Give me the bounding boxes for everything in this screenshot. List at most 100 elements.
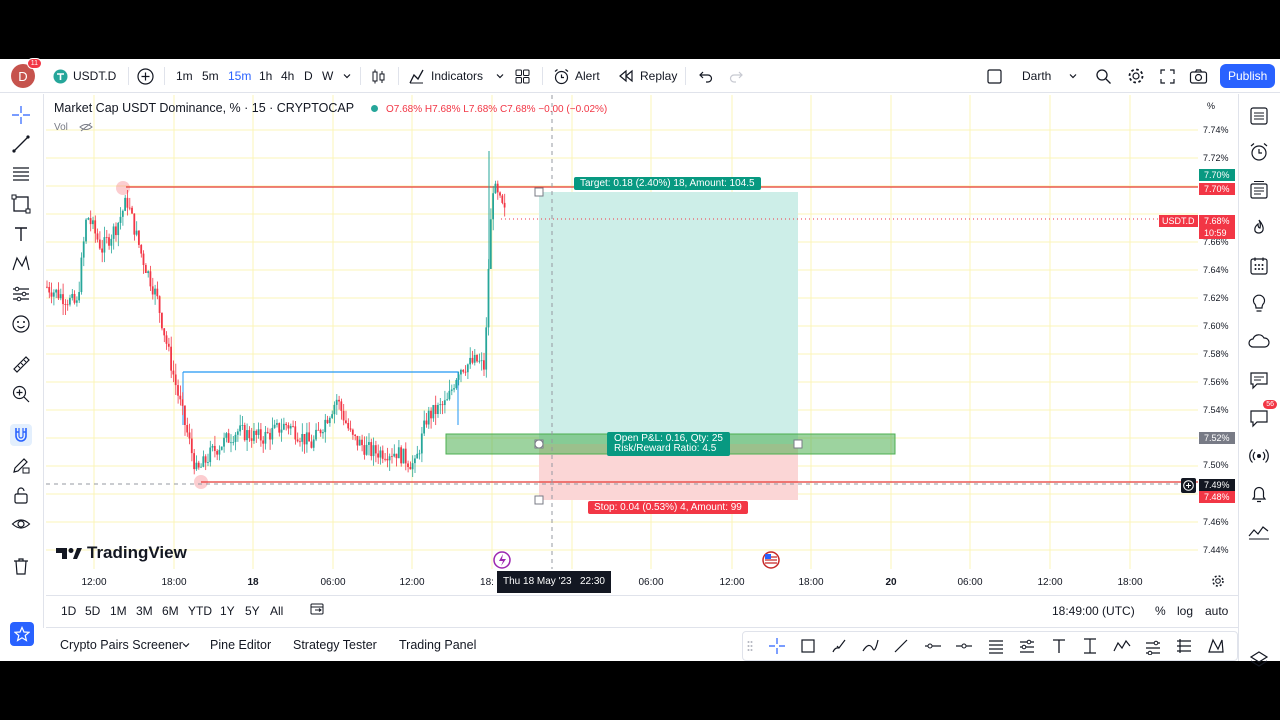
pattern-tool[interactable] xyxy=(10,253,32,275)
chart-type-button[interactable] xyxy=(370,59,387,93)
range-1m[interactable]: 1M xyxy=(110,604,127,618)
crosshair-tool[interactable] xyxy=(10,104,32,126)
horizontal-line-tool[interactable] xyxy=(954,636,974,656)
user-menu[interactable]: D 11 xyxy=(11,58,42,93)
tab-pine-editor[interactable]: Pine Editor xyxy=(210,638,271,652)
broadcast-button[interactable] xyxy=(1247,444,1271,468)
screener-dropdown[interactable] xyxy=(181,640,191,650)
lock-drawings-tool[interactable] xyxy=(10,484,32,506)
hide-drawings-tool[interactable] xyxy=(10,513,32,535)
interval-w[interactable]: W xyxy=(322,59,333,93)
tab-strategy-tester[interactable]: Strategy Tester xyxy=(293,638,377,652)
log-toggle[interactable]: log xyxy=(1177,604,1193,618)
stop-label[interactable]: Stop: 0.04 (0.53%) 4, Amount: 99 xyxy=(588,501,748,514)
brush-tool[interactable] xyxy=(829,636,849,656)
price-chart[interactable] xyxy=(46,95,1198,569)
range-ytd[interactable]: YTD xyxy=(188,604,212,618)
drag-handle[interactable] xyxy=(745,636,755,656)
watchlist-button[interactable] xyxy=(1247,104,1271,128)
price-axis[interactable]: % 7.74% 7.72% 7.66% 7.64% 7.62% 7.60% 7.… xyxy=(1199,95,1239,569)
object-tree-button[interactable] xyxy=(1247,648,1271,672)
redo-button[interactable] xyxy=(729,59,745,93)
trend-line-tool[interactable] xyxy=(10,133,32,155)
highlighter-tool[interactable] xyxy=(860,636,880,656)
snapshot-button[interactable] xyxy=(1189,59,1208,93)
market-overview-button[interactable] xyxy=(1247,520,1271,544)
hotlists-button[interactable] xyxy=(1247,216,1271,240)
indicators-button[interactable]: Indicators xyxy=(408,59,483,93)
tab-crypto-pairs-screener[interactable]: Crypto Pairs Screener xyxy=(60,638,183,652)
notifications-button[interactable]: 56 xyxy=(1247,400,1277,430)
shapes-tool[interactable] xyxy=(10,193,32,215)
pitchfork-tool[interactable] xyxy=(1174,636,1194,656)
interval-4h[interactable]: 4h xyxy=(281,59,294,93)
measure-tool[interactable] xyxy=(10,353,32,375)
chats-button[interactable] xyxy=(1247,368,1271,392)
target-label[interactable]: Target: 0.18 (2.40%) 18, Amount: 104.5 xyxy=(574,177,761,190)
layout-select-button[interactable] xyxy=(986,59,1003,93)
percent-toggle[interactable]: % xyxy=(1155,604,1166,618)
time-axis[interactable]: 12:00 18:00 18 06:00 12:00 18: 06:00 12:… xyxy=(46,571,1198,593)
fib-tool[interactable] xyxy=(986,636,1006,656)
range-6m[interactable]: 6M xyxy=(162,604,179,618)
streams-button[interactable] xyxy=(1247,330,1271,354)
notification-bell-button[interactable] xyxy=(1247,482,1271,506)
range-1d[interactable]: 1D xyxy=(61,604,76,618)
layout-dropdown[interactable] xyxy=(1068,59,1078,93)
range-3m[interactable]: 3M xyxy=(136,604,153,618)
range-all[interactable]: All xyxy=(270,604,283,618)
pattern-tool[interactable] xyxy=(1112,636,1132,656)
tab-trading-panel[interactable]: Trading Panel xyxy=(399,638,476,652)
rectangle-tool[interactable] xyxy=(798,636,818,656)
xabcd-tool[interactable] xyxy=(1206,636,1226,656)
forecast-tool[interactable] xyxy=(1017,636,1037,656)
clock[interactable]: 18:49:00 (UTC) xyxy=(1052,604,1135,618)
fullscreen-button[interactable] xyxy=(1159,59,1176,93)
favorites-button[interactable] xyxy=(10,622,34,646)
stay-drawing-tool[interactable] xyxy=(10,454,32,476)
calendar-button[interactable] xyxy=(1247,254,1271,278)
symbol-search[interactable]: USDT.D xyxy=(53,59,116,93)
auto-toggle[interactable]: auto xyxy=(1205,604,1228,618)
layout-name[interactable]: Darth xyxy=(1022,59,1051,93)
ray-tool[interactable] xyxy=(923,636,943,656)
alerts-button[interactable] xyxy=(1247,140,1271,164)
eye-hidden-icon[interactable] xyxy=(78,122,93,132)
parallel-channel-tool[interactable] xyxy=(1143,636,1163,656)
publish-button[interactable]: Publish xyxy=(1220,64,1276,88)
fib-tool[interactable] xyxy=(10,163,32,185)
goto-date-button[interactable] xyxy=(310,602,325,616)
interval-15m[interactable]: 15m xyxy=(228,59,251,93)
line-tool[interactable] xyxy=(891,636,911,656)
interval-d[interactable]: D xyxy=(304,59,313,93)
interval-5m[interactable]: 5m xyxy=(202,59,219,93)
alert-button[interactable]: Alert xyxy=(553,59,600,93)
settings-button[interactable] xyxy=(1127,59,1145,93)
prediction-tool[interactable] xyxy=(10,283,32,305)
interval-1h[interactable]: 1h xyxy=(259,59,272,93)
ideas-button[interactable] xyxy=(1247,292,1271,316)
text-tool[interactable] xyxy=(10,223,32,245)
templates-button[interactable] xyxy=(514,59,531,93)
remove-drawings-tool[interactable] xyxy=(10,555,32,577)
long-position-tool[interactable] xyxy=(1080,636,1100,656)
chart-pane[interactable] xyxy=(46,95,1198,569)
avatar[interactable]: D 11 xyxy=(11,58,42,88)
text-tool[interactable] xyxy=(1049,636,1069,656)
data-window-button[interactable] xyxy=(1247,178,1271,202)
range-1y[interactable]: 1Y xyxy=(220,604,235,618)
undo-button[interactable] xyxy=(697,59,713,93)
range-5y[interactable]: 5Y xyxy=(245,604,260,618)
interval-1m[interactable]: 1m xyxy=(176,59,193,93)
compare-button[interactable] xyxy=(137,59,154,93)
replay-button[interactable]: Replay xyxy=(618,59,677,93)
crosshair-tool[interactable] xyxy=(767,636,787,656)
pnl-label[interactable]: Open P&L: 0.16, Qty: 25 Risk/Reward Rati… xyxy=(607,432,730,456)
time-axis-settings-button[interactable] xyxy=(1211,574,1225,588)
icons-tool[interactable] xyxy=(10,313,32,335)
search-button[interactable] xyxy=(1095,59,1112,93)
zoom-tool[interactable] xyxy=(10,383,32,405)
magnet-tool[interactable] xyxy=(10,424,32,446)
add-alert-plus-button[interactable] xyxy=(1181,478,1196,493)
interval-dropdown[interactable] xyxy=(342,59,352,93)
